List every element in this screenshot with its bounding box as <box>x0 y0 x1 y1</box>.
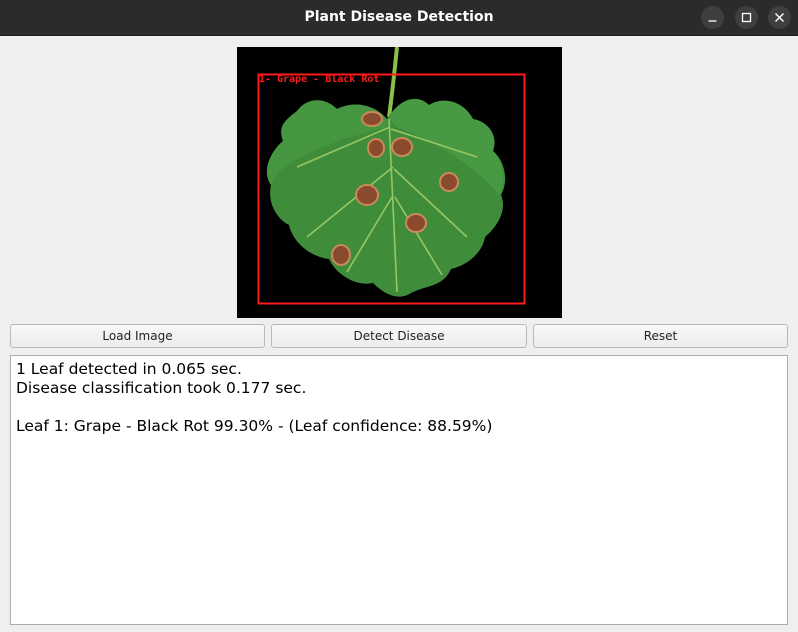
minimize-button[interactable] <box>701 6 724 29</box>
result-line-leaf-1: Leaf 1: Grape - Black Rot 99.30% - (Leaf… <box>16 417 493 435</box>
maximize-button[interactable] <box>735 6 758 29</box>
maximize-icon <box>741 12 752 23</box>
window-title: Plant Disease Detection <box>304 9 494 25</box>
leaf-image <box>237 47 562 318</box>
result-image: 1- Grape - Black Rot <box>237 47 562 318</box>
result-line-blank <box>16 398 782 417</box>
title-bar: Plant Disease Detection <box>0 0 798 36</box>
results-text-area[interactable]: 1 Leaf detected in 0.065 sec. Disease cl… <box>10 355 788 625</box>
minimize-icon <box>708 20 717 22</box>
close-button[interactable] <box>768 6 791 29</box>
close-icon <box>775 13 784 22</box>
load-image-button[interactable]: Load Image <box>10 324 265 348</box>
result-line-classification-time: Disease classification took 0.177 sec. <box>16 379 307 397</box>
detection-label: 1- Grape - Black Rot <box>259 74 380 85</box>
detect-disease-button[interactable]: Detect Disease <box>271 324 527 348</box>
reset-button[interactable]: Reset <box>533 324 788 348</box>
result-line-detection-time: 1 Leaf detected in 0.065 sec. <box>16 360 242 378</box>
